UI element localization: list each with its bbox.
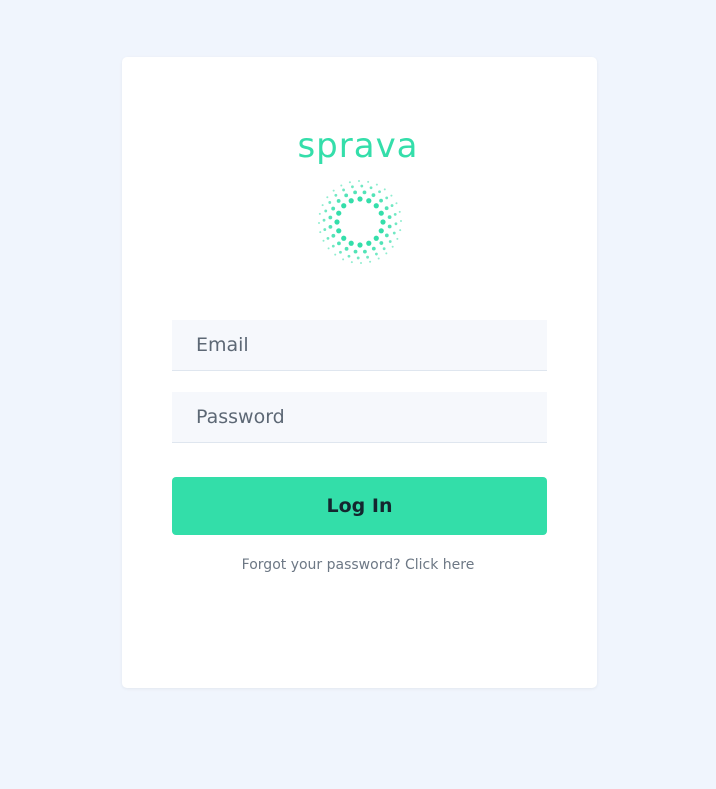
password-field[interactable] (172, 392, 547, 443)
login-button[interactable]: Log In (172, 477, 547, 535)
email-field[interactable] (172, 320, 547, 371)
forgot-password-link[interactable]: Forgot your password? Click here (0, 557, 716, 573)
dotted-circle-sunburst-icon (318, 180, 402, 264)
brand-wordmark: sprava (297, 126, 419, 166)
